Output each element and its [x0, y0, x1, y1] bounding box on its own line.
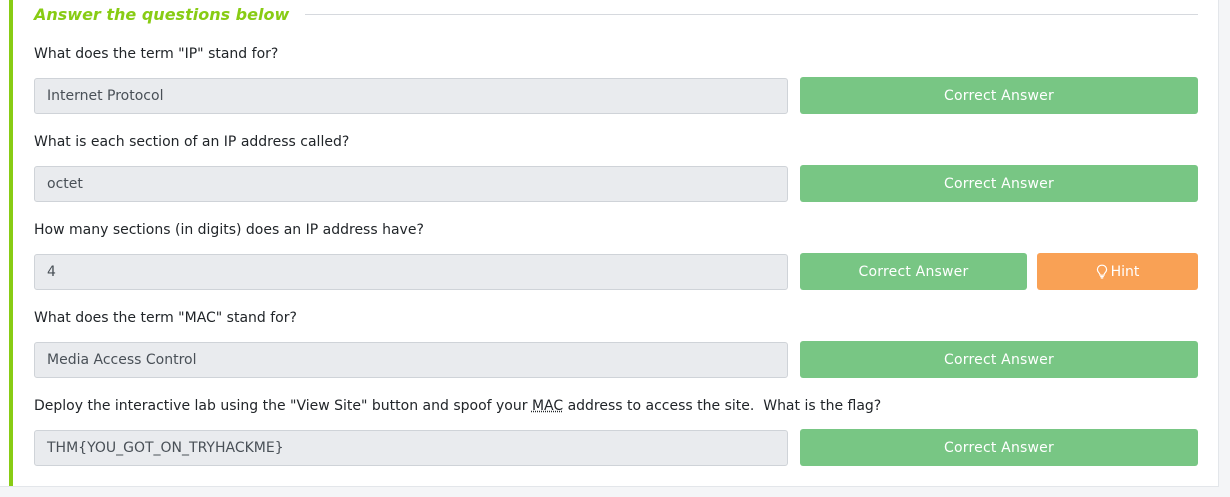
question-4-correct-button[interactable]: Correct Answer [800, 341, 1198, 378]
question-5-text-before: Deploy the interactive lab using the "Vi… [34, 398, 532, 414]
question-3-text: How many sections (in digits) does an IP… [34, 222, 424, 238]
lightbulb-icon [1096, 264, 1111, 279]
question-5-mac-term[interactable]: MAC [532, 398, 563, 414]
question-5-answer-field[interactable]: THM{YOU_GOT_ON_TRYHACKME} [34, 430, 788, 466]
question-5-correct-button[interactable]: Correct Answer [800, 429, 1198, 466]
question-5-text: Deploy the interactive lab using the "Vi… [34, 398, 881, 414]
accent-bar [9, 0, 13, 486]
question-2-text: What is each section of an IP address ca… [34, 134, 350, 150]
question-4-answer-field[interactable]: Media Access Control [34, 342, 788, 378]
question-3-answer-field[interactable]: 4 [34, 254, 788, 290]
question-3-correct-button[interactable]: Correct Answer [800, 253, 1027, 290]
question-2-correct-button[interactable]: Correct Answer [800, 165, 1198, 202]
question-2-answer-field[interactable]: octet [34, 166, 788, 202]
question-1-correct-button[interactable]: Correct Answer [800, 77, 1198, 114]
question-5-text-after: address to access the site. What is the … [563, 398, 882, 414]
section-title: Answer the questions below [34, 4, 290, 24]
section-divider [305, 13, 1198, 15]
questions-panel: Answer the questions below What does the… [0, 0, 1219, 487]
section-header: Answer the questions below [34, 2, 1198, 26]
question-3-hint-button[interactable]: Hint [1037, 253, 1198, 290]
question-1-answer-field[interactable]: Internet Protocol [34, 78, 788, 114]
hint-label: Hint [1110, 263, 1140, 280]
question-1-text: What does the term "IP" stand for? [34, 46, 279, 62]
question-4-text: What does the term "MAC" stand for? [34, 310, 297, 326]
